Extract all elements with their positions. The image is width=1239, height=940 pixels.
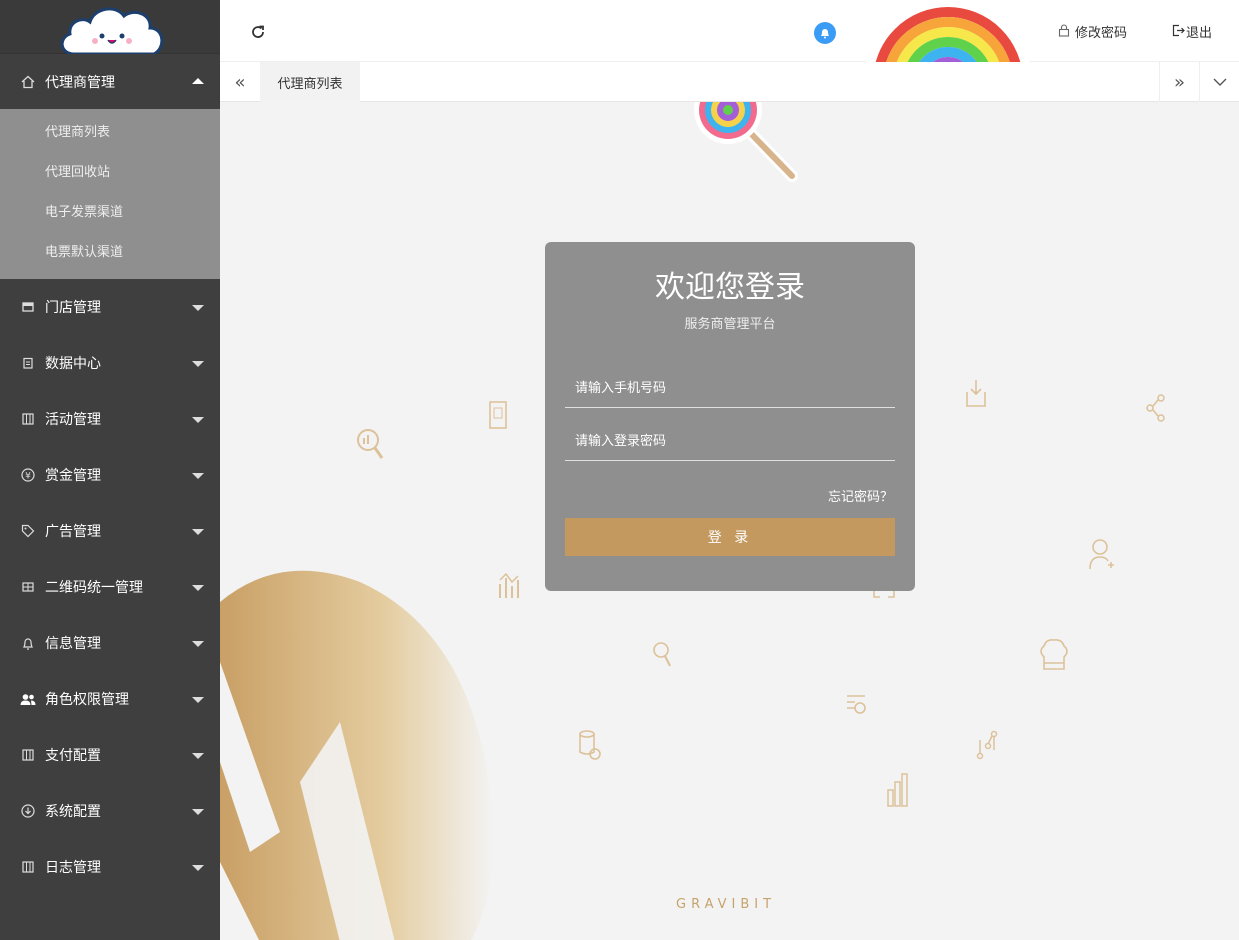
lollipop-icon <box>694 102 798 182</box>
notification-bell-icon[interactable] <box>814 22 836 44</box>
menu-bounty-management[interactable]: ¥ 赏金管理 <box>0 447 220 503</box>
logout-link[interactable]: 退出 <box>1172 22 1212 41</box>
menu-store-management[interactable]: 门店管理 <box>0 279 220 335</box>
menu-label: 支付配置 <box>45 748 101 764</box>
menu-label: 日志管理 <box>45 860 101 876</box>
menu-activity-management[interactable]: 活动管理 <box>0 391 220 447</box>
menu-role-permission[interactable]: 角色权限管理 <box>0 671 220 727</box>
caret-down-icon <box>192 697 204 703</box>
menu-label: 活动管理 <box>45 412 101 428</box>
brand-watermark: GRAVIBIT <box>676 897 777 912</box>
clipboard-icon <box>20 355 36 371</box>
cloud-logo-icon <box>60 7 164 56</box>
logout-icon <box>1172 24 1185 40</box>
caret-down-icon <box>192 417 204 423</box>
tab-menu-chevron-down-icon[interactable] <box>1199 62 1239 102</box>
menu-data-center[interactable]: 数据中心 <box>0 335 220 391</box>
bell-icon <box>20 635 36 651</box>
menu-info-management[interactable]: 信息管理 <box>0 615 220 671</box>
caret-down-icon <box>192 473 204 479</box>
menu-group-agent: 代理商管理 代理商列表 代理回收站 电子发票渠道 电票默认渠道 <box>0 54 220 279</box>
forgot-password-link[interactable]: 忘记密码？ <box>828 486 893 505</box>
menu-label: 代理商管理 <box>45 74 115 91</box>
logo-bar <box>0 0 220 56</box>
yen-icon: ¥ <box>20 467 36 483</box>
menu-label: 门店管理 <box>45 300 101 316</box>
caret-down-icon <box>192 753 204 759</box>
menu-payment-config[interactable]: 支付配置 <box>0 727 220 783</box>
grid-icon <box>20 747 36 763</box>
grid-icon <box>20 411 36 427</box>
home-icon <box>20 74 36 90</box>
menu-ad-management[interactable]: 广告管理 <box>0 503 220 559</box>
tab-bar: « 代理商列表 » <box>220 62 1239 102</box>
login-card: 欢迎您登录 服务商管理平台 忘记密码？ 登 录 <box>545 242 915 591</box>
caret-down-icon <box>192 641 204 647</box>
inbox-icon <box>965 378 987 414</box>
money-search-icon <box>652 640 672 676</box>
document-icon <box>488 400 508 436</box>
tab-scroll-left-icon[interactable]: « <box>220 62 260 102</box>
tab-agent-list[interactable]: 代理商列表 <box>260 62 360 102</box>
store-icon <box>20 299 36 315</box>
caret-down-icon <box>192 529 204 535</box>
chef-hat-icon <box>1038 637 1070 679</box>
menu-label: 赏金管理 <box>45 468 101 484</box>
caret-down-icon <box>192 305 204 311</box>
sidebar: 代理商管理 代理商列表 代理回收站 电子发票渠道 电票默认渠道 门店管理 数据中… <box>0 0 220 940</box>
decorative-gold-shape <box>220 570 493 940</box>
change-password-label: 修改密码 <box>1075 26 1128 41</box>
login-button[interactable]: 登 录 <box>565 518 895 556</box>
menu-label: 信息管理 <box>45 636 101 652</box>
download-icon <box>20 803 36 819</box>
login-subtitle: 服务商管理平台 <box>684 317 776 332</box>
submenu-item-einvoice-channel[interactable]: 电子发票渠道 <box>0 193 220 233</box>
column-chart-icon <box>886 770 910 814</box>
caret-down-icon <box>192 865 204 871</box>
timer-list-icon <box>845 692 867 724</box>
lock-icon <box>1058 23 1070 40</box>
menu-log-management[interactable]: 日志管理 <box>0 839 220 895</box>
top-header: 修改密码 退出 <box>220 0 1239 85</box>
caret-down-icon <box>192 361 204 367</box>
submenu-item-agent-list[interactable]: 代理商列表 <box>0 113 220 153</box>
change-password-link[interactable]: 修改密码 <box>1058 22 1127 41</box>
menu-label: 角色权限管理 <box>45 692 129 708</box>
menu-label: 广告管理 <box>45 524 101 540</box>
svg-text:¥: ¥ <box>25 472 31 482</box>
grid-icon <box>20 859 36 875</box>
refresh-icon[interactable] <box>250 24 266 40</box>
logout-label: 退出 <box>1186 26 1213 41</box>
caret-down-icon <box>192 585 204 591</box>
add-user-icon <box>1088 537 1114 579</box>
menu-label: 数据中心 <box>45 356 101 372</box>
tab-scroll-right-icon[interactable]: » <box>1159 62 1199 102</box>
tag-icon <box>20 523 36 539</box>
caret-down-icon <box>192 809 204 815</box>
submenu-item-einvoice-default[interactable]: 电票默认渠道 <box>0 233 220 273</box>
flow-nodes-icon <box>976 728 998 768</box>
password-input[interactable] <box>565 423 895 461</box>
bar-chart-icon <box>498 570 520 606</box>
share-icon <box>1145 394 1167 428</box>
menu-qrcode-management[interactable]: 二维码统一管理 <box>0 559 220 615</box>
magnifier-chart-icon <box>355 427 385 467</box>
submenu-agent: 代理商列表 代理回收站 电子发票渠道 电票默认渠道 <box>0 109 220 279</box>
users-icon <box>20 691 36 707</box>
phone-input[interactable] <box>565 370 895 408</box>
menu-system-config[interactable]: 系统配置 <box>0 783 220 839</box>
menu-label: 系统配置 <box>45 804 101 820</box>
submenu-item-agent-recycle[interactable]: 代理回收站 <box>0 153 220 193</box>
menu-label: 二维码统一管理 <box>45 580 143 596</box>
caret-up-icon <box>192 77 204 84</box>
qrcode-icon <box>20 579 36 595</box>
menu-agent-management[interactable]: 代理商管理 <box>0 54 220 109</box>
login-title: 欢迎您登录 <box>655 270 805 305</box>
database-icon <box>578 728 602 770</box>
